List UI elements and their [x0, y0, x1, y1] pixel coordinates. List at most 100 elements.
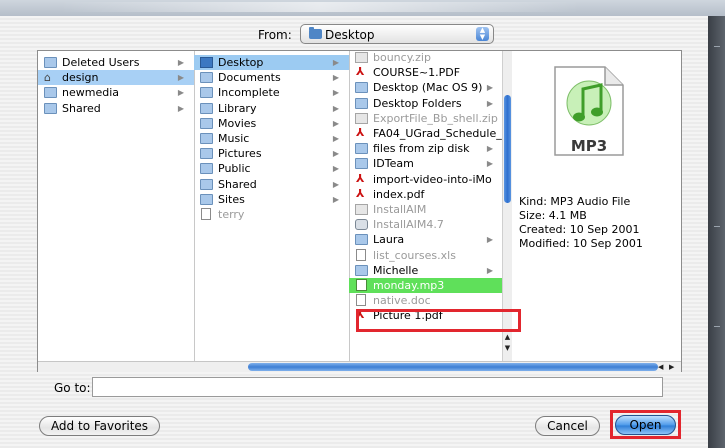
list-item[interactable]: Desktop ▶	[194, 55, 349, 70]
list-item[interactable]: ⅄ import-video-into-iMo	[349, 172, 511, 187]
list-item[interactable]: ⅄ index.pdf	[349, 187, 511, 202]
desktop-folder-icon	[309, 27, 322, 39]
pdf-icon: ⅄	[356, 171, 365, 185]
list-item[interactable]: ExportFile_Bb_shell.zip	[349, 111, 511, 126]
apple-folder-icon	[355, 97, 368, 109]
list-item-label: design	[62, 71, 99, 85]
list-item-label: import-video-into-iMo	[373, 172, 492, 186]
disclosure-arrow-icon: ▶	[486, 98, 493, 108]
disclosure-arrow-icon: ▶	[177, 103, 184, 113]
list-item[interactable]: ⌂ design ▶	[38, 70, 194, 86]
disclosure-arrow-icon: ▶	[332, 88, 339, 98]
app-icon	[355, 219, 368, 231]
list-item[interactable]: Desktop (Mac OS 9) ▶	[349, 80, 511, 95]
list-item-label: Desktop Folders	[373, 96, 462, 110]
location-popup[interactable]: Desktop ▲ ▼	[300, 24, 494, 44]
list-item-label: terry	[218, 208, 245, 221]
list-item-label: Michelle	[373, 263, 419, 277]
mp3-icon	[356, 279, 367, 291]
disclosure-arrow-icon: ▶	[332, 118, 339, 128]
zip-icon	[355, 112, 368, 124]
list-item-label: COURSE~1.PDF	[373, 66, 461, 80]
disclosure-arrow-icon: ▶	[332, 73, 339, 83]
list-item-label: InstallAIM4.7	[373, 218, 444, 232]
preview-icon-label: MP3	[570, 137, 608, 155]
list-item-label: Deleted Users	[62, 56, 140, 69]
disclosure-arrow-icon: ▶	[486, 144, 493, 154]
scroll-right-arrow-icon[interactable]: ▶	[669, 362, 674, 372]
list-item-label: index.pdf	[373, 187, 425, 201]
home-icon: ⌂	[44, 71, 51, 85]
horizontal-scroll-thumb[interactable]	[248, 363, 658, 371]
horizontal-scrollbar[interactable]: ◀ ▶	[38, 361, 681, 372]
list-item[interactable]: Movies ▶	[194, 116, 349, 131]
list-item[interactable]: InstallAIM	[349, 202, 511, 217]
list-item[interactable]: Desktop Folders ▶	[349, 96, 511, 111]
folder-icon	[44, 102, 57, 114]
list-item[interactable]: monday.mp3	[349, 278, 511, 293]
disclosure-arrow-icon: ▶	[332, 179, 339, 189]
folder-icon	[355, 234, 368, 246]
file-size: Size: 4.1 MB	[519, 209, 587, 222]
list-item[interactable]: bouncy.zip	[349, 51, 511, 65]
list-item-label: Desktop	[218, 56, 264, 69]
list-item[interactable]: newmedia ▶	[38, 85, 194, 100]
browser-column-2[interactable]: Desktop ▶ Documents ▶ Incomplete ▶ Library ▶ Mov…	[194, 51, 350, 361]
edge-tick	[714, 46, 720, 47]
list-item[interactable]: terry	[194, 207, 349, 222]
list-item-label: native.doc	[373, 294, 431, 308]
list-item-label: Public	[218, 162, 251, 176]
goto-input[interactable]	[92, 377, 663, 397]
library-folder-icon	[200, 102, 213, 114]
cancel-button[interactable]: Cancel	[535, 416, 600, 436]
list-item[interactable]: Shared ▶	[38, 101, 194, 116]
public-folder-icon	[200, 163, 213, 175]
document-icon	[356, 294, 366, 307]
disclosure-arrow-icon: ▶	[332, 149, 339, 159]
list-item[interactable]: Public ▶	[194, 161, 349, 176]
list-item[interactable]: Sites ▶	[194, 192, 349, 207]
location-popup-value: Desktop	[325, 28, 375, 42]
list-item[interactable]: Laura ▶	[349, 232, 511, 247]
column-3-scroll-thumb[interactable]	[504, 95, 511, 203]
list-item[interactable]: Deleted Users ▶	[38, 55, 194, 70]
disclosure-arrow-icon: ▶	[486, 83, 493, 93]
list-item[interactable]: list_courses.xls	[349, 248, 511, 263]
list-item[interactable]: ⅄ COURSE~1.PDF	[349, 65, 511, 80]
list-item[interactable]: Shared ▶	[194, 177, 349, 192]
list-item-label: IDTeam	[373, 157, 414, 171]
file-created: Created: 10 Sep 2001	[519, 223, 640, 236]
list-item[interactable]: Michelle ▶	[349, 263, 511, 278]
add-to-favorites-button[interactable]: Add to Favorites	[39, 416, 160, 436]
list-item[interactable]: Pictures ▶	[194, 146, 349, 161]
list-item-label: Incomplete	[218, 86, 280, 100]
folder-icon	[355, 82, 368, 94]
list-item[interactable]: native.doc	[349, 293, 511, 308]
disclosure-arrow-icon: ▶	[177, 73, 184, 83]
zip-icon	[355, 52, 368, 63]
music-folder-icon	[200, 133, 213, 144]
list-item[interactable]: files from zip disk ▶	[349, 141, 511, 156]
list-item-label: Desktop (Mac OS 9)	[373, 81, 483, 95]
list-item-label: Laura	[373, 233, 405, 247]
list-item-label: InstallAIM	[373, 203, 427, 216]
document-icon	[201, 208, 211, 220]
list-item[interactable]: Incomplete ▶	[194, 85, 349, 100]
list-item[interactable]: Documents ▶	[194, 70, 349, 85]
disclosure-arrow-icon: ▶	[177, 88, 184, 98]
disclosure-arrow-icon: ▶	[177, 58, 184, 67]
list-item-label: ExportFile_Bb_shell.zip	[373, 111, 498, 125]
scroll-left-arrow-icon[interactable]: ◀	[658, 362, 663, 372]
list-item[interactable]: Library ▶	[194, 101, 349, 116]
browser-column-1[interactable]: Deleted Users ▶ ⌂ design ▶ newmedia ▶ Shared ▶	[38, 51, 195, 361]
popup-arrows-icon: ▲ ▼	[476, 27, 489, 41]
list-item[interactable]: InstallAIM4.7	[349, 217, 511, 232]
list-item-label: Music	[218, 132, 250, 145]
disclosure-arrow-icon: ▶	[486, 235, 493, 245]
list-item-label: files from zip disk	[373, 142, 470, 156]
highlight-annotation-open	[610, 410, 681, 439]
list-item[interactable]: Music ▶	[194, 131, 349, 146]
list-item[interactable]: IDTeam ▶	[349, 156, 511, 171]
pdf-icon: ⅄	[356, 186, 365, 200]
list-item[interactable]: ⅄ FA04_UGrad_Schedule_	[349, 126, 511, 141]
